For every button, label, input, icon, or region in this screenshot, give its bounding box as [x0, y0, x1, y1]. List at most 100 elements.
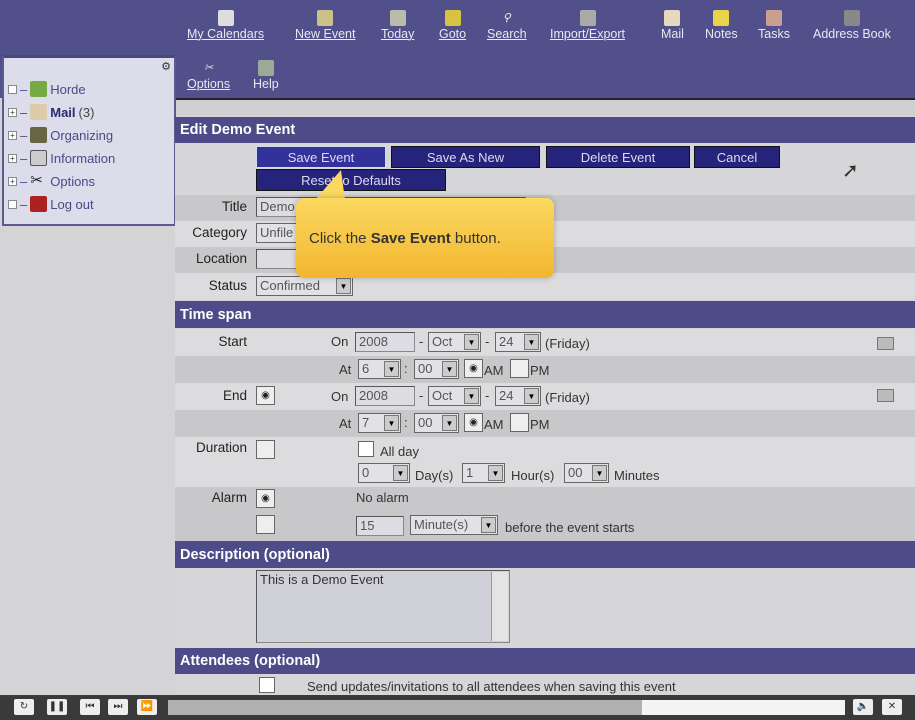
sidebar-item-horde[interactable]: – Horde — [8, 81, 86, 97]
sidebar-item-mail[interactable]: + – Mail (3) — [8, 104, 94, 120]
select-value: 24 — [499, 388, 514, 403]
alarm-value-input[interactable]: 15 — [356, 516, 404, 536]
end-radio[interactable]: ◉ — [256, 386, 275, 405]
mouse-cursor-icon: ➚ — [842, 160, 859, 182]
instruction-callout: Click the Save Event button. — [296, 198, 554, 278]
sidebar-item-logout[interactable]: – Log out — [8, 196, 94, 212]
all-day-checkbox[interactable] — [358, 441, 374, 457]
sidebar-item-label: Information — [50, 150, 116, 166]
toolbar-label: New Event — [295, 27, 356, 41]
no-alarm-radio[interactable]: ◉ — [256, 489, 275, 508]
mail-icon — [664, 10, 681, 26]
description-textarea[interactable]: This is a Demo Event — [256, 570, 510, 643]
start-day-select[interactable]: 24 ▼ — [495, 332, 541, 352]
start-weekday: (Friday) — [545, 336, 590, 351]
pm-label: PM — [530, 417, 550, 432]
sidebar-item-information[interactable]: + – Information — [8, 150, 115, 166]
toolbar-options[interactable]: ✂ Options — [187, 60, 230, 91]
description-value: This is a Demo Event — [260, 572, 384, 587]
sidebar-item-label: Mail — [50, 104, 76, 120]
previous-icon[interactable]: ⏮ — [80, 699, 100, 715]
toolbar-notes[interactable]: Notes — [705, 10, 738, 41]
organizing-icon — [30, 127, 48, 143]
toolbar-today[interactable]: Today — [381, 10, 414, 41]
separator: - — [485, 388, 490, 403]
volume-icon[interactable]: 🔈 — [853, 699, 873, 715]
toolbar-label: Goto — [439, 27, 467, 41]
status-select[interactable]: Confirmed ▼ — [256, 276, 353, 296]
chevron-down-icon: ▼ — [481, 517, 496, 533]
duration-hours-select[interactable]: 1 ▼ — [462, 463, 505, 483]
cancel-button[interactable]: Cancel — [694, 146, 780, 168]
toolbar-mail[interactable]: Mail — [661, 10, 684, 41]
end-month-select[interactable]: Oct ▼ — [428, 386, 481, 406]
status-value: Confirmed — [260, 278, 320, 293]
end-pm-radio[interactable] — [510, 413, 529, 432]
duration-days-select[interactable]: 0 ▼ — [358, 463, 410, 483]
delete-event-button[interactable]: Delete Event — [546, 146, 690, 168]
save-event-button[interactable]: Save Event — [256, 146, 386, 168]
callout-text: Click the — [309, 229, 371, 247]
alarm-unit-select[interactable]: Minute(s) ▼ — [410, 515, 498, 535]
pause-icon[interactable]: ❚❚ — [47, 699, 67, 715]
sidebar-item-label: Horde — [50, 81, 86, 97]
progress-track[interactable] — [168, 700, 845, 715]
close-icon[interactable]: ✕ — [882, 699, 902, 715]
calendar-picker-icon[interactable] — [877, 389, 894, 402]
help-icon — [257, 60, 274, 76]
send-updates-checkbox[interactable] — [259, 677, 275, 693]
description-header: Description (optional) — [175, 541, 915, 568]
select-value: 1 — [466, 465, 474, 480]
address-book-icon — [843, 10, 860, 26]
separator: - — [485, 334, 490, 349]
alarm-radio[interactable] — [256, 515, 275, 534]
select-value: 00 — [568, 465, 583, 480]
toolbar-address-book[interactable]: Address Book — [813, 10, 891, 41]
end-minute-select[interactable]: 00 ▼ — [414, 413, 459, 433]
chevron-down-icon: ▼ — [524, 334, 539, 350]
on-label: On — [331, 389, 349, 404]
chevron-down-icon: ▼ — [384, 415, 399, 431]
start-hour-select[interactable]: 6 ▼ — [358, 359, 401, 379]
replay-icon[interactable]: ↻ — [14, 699, 34, 715]
start-month-select[interactable]: Oct ▼ — [428, 332, 481, 352]
sidebar: ⚙ – Horde + – Mail (3) + – Organizing + – Inform… — [2, 55, 176, 226]
chevron-down-icon: ▼ — [524, 388, 539, 404]
chevron-down-icon: ▼ — [464, 334, 479, 350]
toolbar-label: Help — [253, 77, 279, 91]
toolbar-new-event[interactable]: New Event — [295, 10, 355, 41]
toolbar-help[interactable]: Help — [253, 60, 279, 91]
fast-forward-icon[interactable]: ⏩ — [137, 699, 157, 715]
duration-minutes-select[interactable]: 00 ▼ — [564, 463, 609, 483]
select-value: Oct — [432, 388, 453, 403]
toolbar-goto[interactable]: Goto — [439, 10, 466, 41]
toolbar-tasks[interactable]: Tasks — [758, 10, 790, 41]
toolbar-my-calendars[interactable]: My Calendars — [187, 10, 264, 41]
send-updates-label: Send updates/invitations to all attendee… — [307, 679, 676, 694]
save-as-new-button[interactable]: Save As New — [391, 146, 540, 168]
end-hour-select[interactable]: 7 ▼ — [358, 413, 401, 433]
end-time-row: At 7 ▼ : 00 ▼ ◉ AM PM — [175, 410, 915, 437]
end-year-input[interactable]: 2008 — [355, 386, 415, 406]
end-am-radio[interactable]: ◉ — [464, 413, 483, 432]
duration-radio[interactable] — [256, 440, 275, 459]
toolbar-search[interactable]: ⚲ Search — [487, 10, 527, 41]
sidebar-item-options[interactable]: + – ✂ Options — [8, 173, 95, 189]
start-am-radio[interactable]: ◉ — [464, 359, 483, 378]
select-value: 00 — [418, 415, 433, 430]
calendar-picker-icon[interactable] — [877, 337, 894, 350]
sidebar-item-organizing[interactable]: + – Organizing — [8, 127, 113, 143]
start-pm-radio[interactable] — [510, 359, 529, 378]
toolbar-import-export[interactable]: Import/Export — [550, 10, 625, 41]
toolbar-label: Notes — [705, 27, 738, 41]
sidebar-collapse-icon[interactable]: ⚙ — [161, 60, 171, 73]
select-value: Minute(s) — [414, 517, 469, 532]
description-scrollbar[interactable] — [491, 572, 508, 641]
start-year-input[interactable]: 2008 — [355, 332, 415, 352]
end-day-select[interactable]: 24 ▼ — [495, 386, 541, 406]
next-icon[interactable]: ⏭ — [108, 699, 128, 715]
toolbar-label: My Calendars — [187, 27, 265, 41]
alarm-label: Alarm — [211, 490, 247, 505]
toolbar-divider — [175, 98, 915, 115]
start-minute-select[interactable]: 00 ▼ — [414, 359, 459, 379]
